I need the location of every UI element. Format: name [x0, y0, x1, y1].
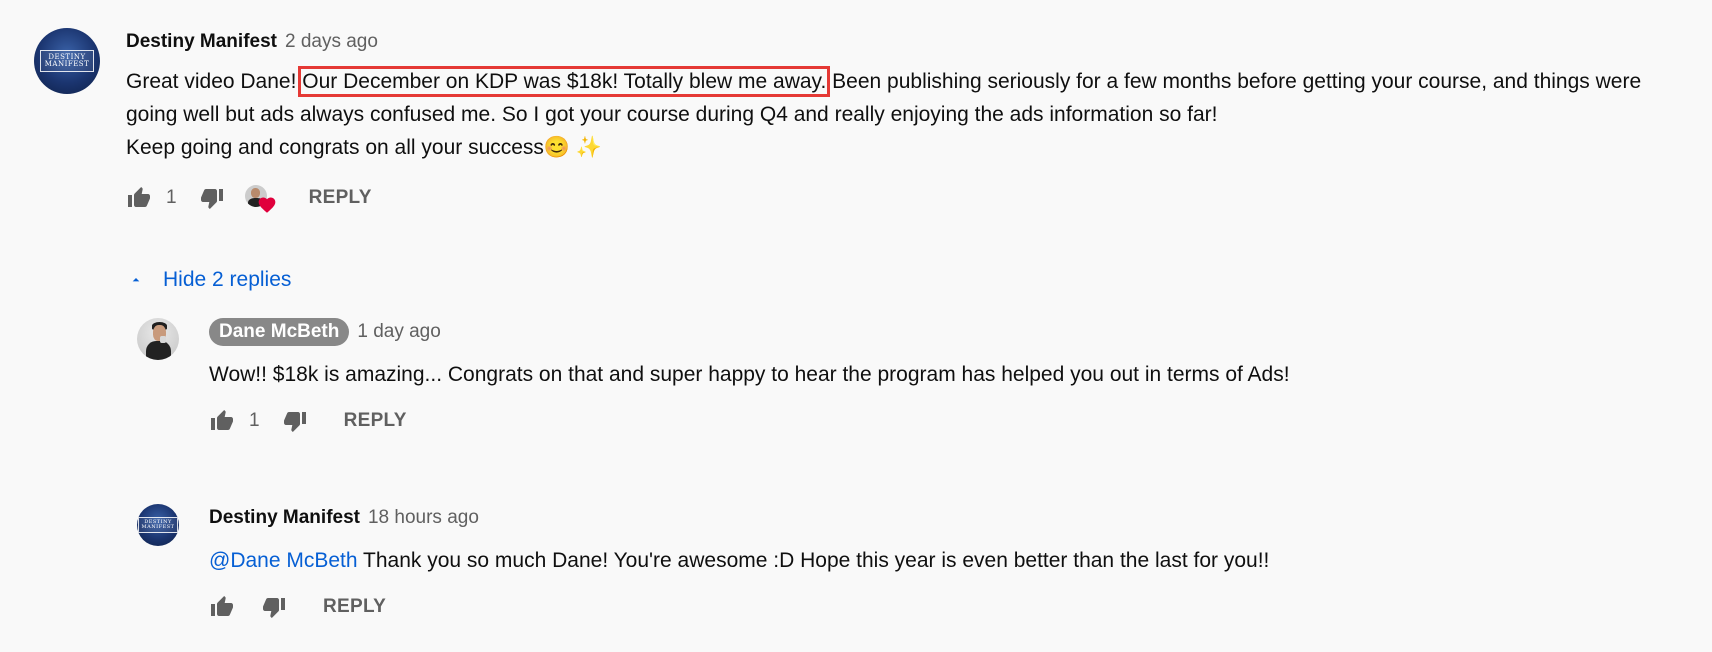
comment-author[interactable]: Destiny Manifest	[126, 31, 277, 53]
reply-toolbar: 1 REPLY	[209, 405, 1290, 437]
reply-text: @Dane McBeth Thank you so much Dane! You…	[209, 544, 1269, 577]
reply-time[interactable]: 18 hours ago	[368, 507, 479, 529]
thumbs-down-icon[interactable]	[282, 408, 308, 434]
highlighted-text: Our December on KDP was $18k! Totally bl…	[298, 66, 831, 97]
reply-body: Dane McBeth 1 day ago Wow!! $18k is amaz…	[209, 318, 1290, 437]
comment-text-start: Great video Dane!	[126, 70, 303, 93]
reply-comment: Dane McBeth 1 day ago Wow!! $18k is amaz…	[137, 318, 1637, 437]
reply-text: Wow!! $18k is amazing... Congrats on tha…	[209, 358, 1290, 391]
reply-time[interactable]: 1 day ago	[357, 321, 440, 343]
reply-header: Destiny Manifest 18 hours ago	[209, 504, 1269, 532]
thumbs-up-icon[interactable]	[209, 594, 235, 620]
thumbs-up-icon[interactable]	[126, 185, 152, 211]
hide-replies-label: Hide 2 replies	[163, 268, 292, 291]
reply-button[interactable]: REPLY	[309, 187, 372, 209]
destiny-manifest-logo: DESTINY MANIFEST	[39, 49, 95, 73]
creator-author-chip[interactable]: Dane McBeth	[209, 318, 350, 346]
comment-time[interactable]: 2 days ago	[285, 31, 378, 53]
avatar-dane-mcbeth[interactable]	[137, 318, 179, 360]
top-comment: DESTINY MANIFEST Destiny Manifest 2 days…	[34, 28, 1674, 214]
like-count: 1	[166, 187, 177, 208]
avatar-hand	[160, 336, 166, 344]
reply-button[interactable]: REPLY	[323, 596, 386, 618]
logo-line-2: MANIFEST	[141, 524, 175, 530]
creator-heart-icon	[258, 197, 275, 213]
avatar-body	[146, 340, 172, 360]
comment-body: Destiny Manifest 2 days ago Great video …	[126, 28, 1656, 214]
like-count: 1	[249, 410, 260, 431]
reply-author[interactable]: Destiny Manifest	[209, 507, 360, 529]
reply-header: Dane McBeth 1 day ago	[209, 318, 1290, 346]
reply-comment: DESTINY MANIFEST Destiny Manifest 18 hou…	[137, 504, 1637, 623]
reply-button[interactable]: REPLY	[344, 410, 407, 432]
reply-text-body: Thank you so much Dane! You're awesome :…	[357, 549, 1270, 572]
avatar-destiny-manifest[interactable]: DESTINY MANIFEST	[137, 504, 179, 546]
hide-replies-button[interactable]: Hide 2 replies	[126, 268, 291, 292]
thumbs-down-icon[interactable]	[199, 185, 225, 211]
mention-link[interactable]: @Dane McBeth	[209, 549, 358, 572]
thumbs-up-icon[interactable]	[209, 408, 235, 434]
caret-up-icon	[126, 270, 146, 290]
comment-toolbar: 1 REPLY	[126, 182, 1656, 214]
comment-text: Great video Dane! Our December on KDP wa…	[126, 65, 1656, 164]
reply-toolbar: REPLY	[209, 591, 1269, 623]
reply-body: Destiny Manifest 18 hours ago @Dane McBe…	[209, 504, 1269, 623]
destiny-manifest-logo: DESTINY MANIFEST	[137, 516, 179, 534]
avatar-destiny-manifest[interactable]: DESTINY MANIFEST	[34, 28, 100, 94]
creator-heart-badge[interactable]	[244, 185, 275, 213]
thumbs-down-icon[interactable]	[261, 594, 287, 620]
comment-text-line-2: Keep going and congrats on all your succ…	[126, 136, 603, 159]
comment-header: Destiny Manifest 2 days ago	[126, 28, 1656, 56]
logo-line-2: MANIFEST	[44, 60, 90, 68]
reply-text-body: Wow!! $18k is amazing... Congrats on tha…	[209, 363, 1290, 386]
